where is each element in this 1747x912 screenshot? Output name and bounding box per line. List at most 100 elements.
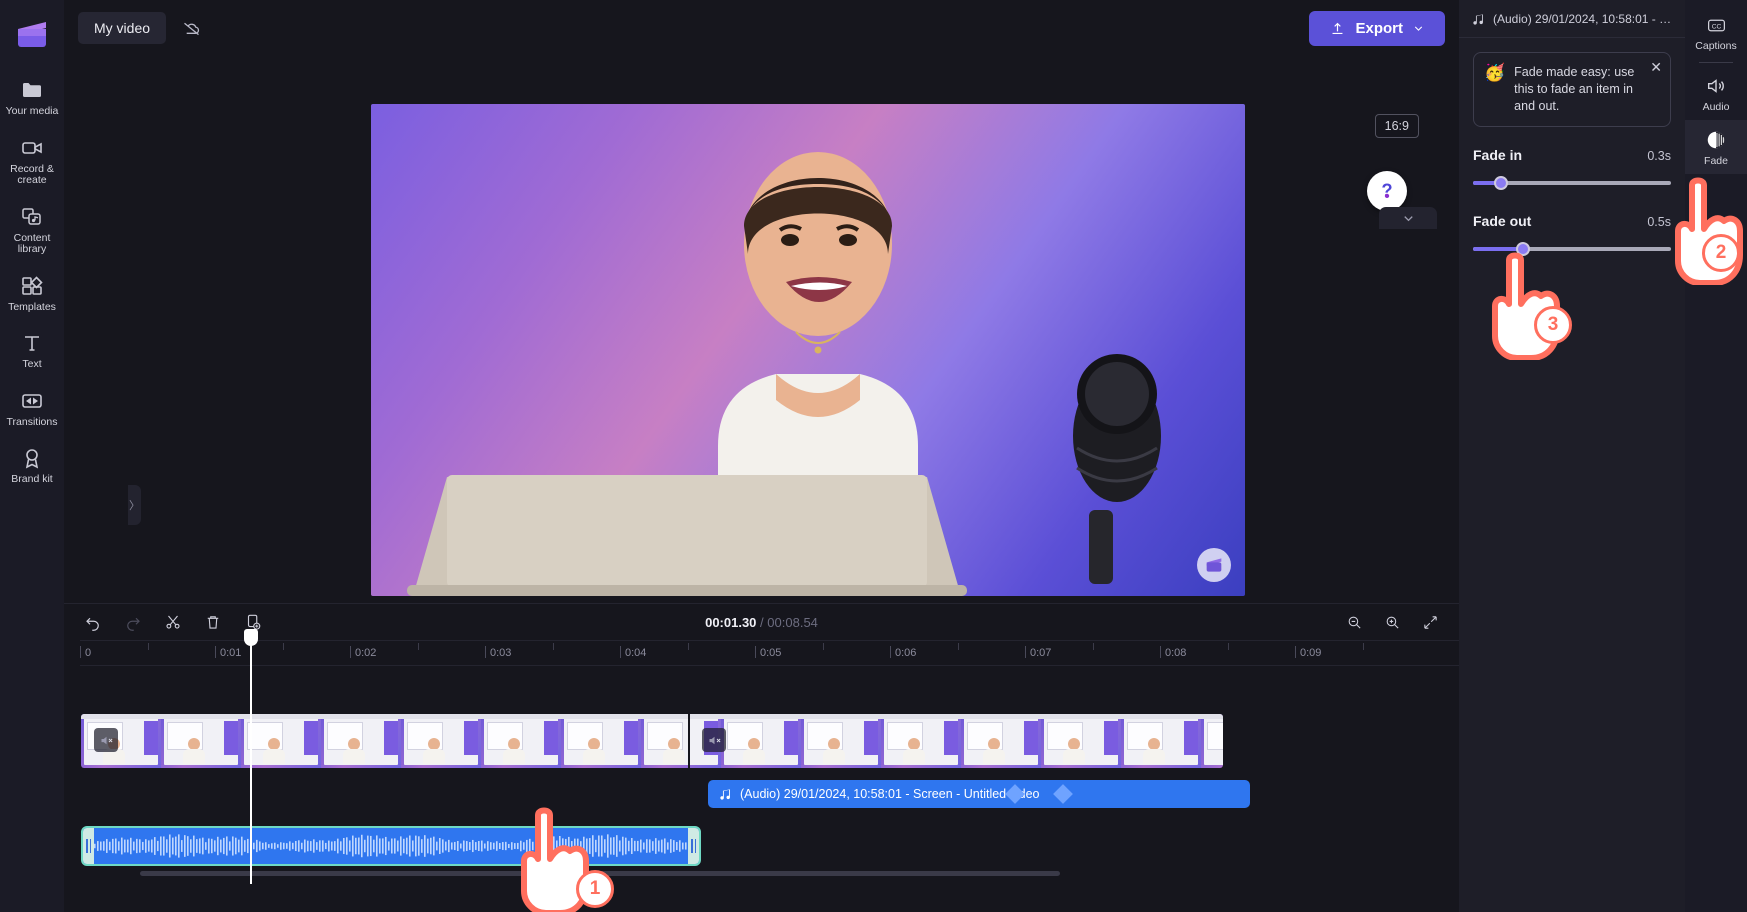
ruler-tick-label: 0:04 (625, 647, 647, 659)
trim-handle-right[interactable] (688, 828, 699, 864)
collapse-timeline-button[interactable] (1379, 207, 1437, 229)
sidebar-item-label: Templates (8, 300, 56, 313)
clipchamp-watermark (1197, 548, 1231, 582)
clip-split-marker (688, 714, 690, 768)
ruler-tick-label: 0:08 (1165, 647, 1187, 659)
aspect-ratio-badge[interactable]: 16:9 (1374, 114, 1419, 138)
properties-panel: (Audio) 29/01/2024, 10:58:01 - S... 🥳 Fa… (1459, 0, 1685, 912)
total-time: 00:08.54 (767, 614, 818, 630)
right-sidebar: CC Captions Audio Fade (1685, 0, 1747, 912)
fade-out-value: 0.5s (1647, 215, 1671, 229)
fade-out-label: Fade out (1473, 213, 1532, 229)
ruler-tick-label: 0:03 (490, 647, 512, 659)
left-sidebar: Your media Record & create Content libra… (0, 0, 64, 912)
sidebar-item-record-create[interactable]: Record & create (0, 128, 64, 193)
playhead-knob[interactable] (244, 629, 258, 646)
sidebar-item-your-media[interactable]: Your media (0, 70, 64, 124)
scissors-icon (166, 615, 180, 629)
delete-button[interactable] (202, 611, 224, 633)
editor-main: My video Export 16:9 〉 ? 00:01.30 / 00:0… (64, 0, 1481, 912)
fade-out-row: Fade out 0.5s (1473, 213, 1671, 229)
sidebar-item-label: Brand kit (11, 473, 53, 485)
fit-to-screen-button[interactable] (1419, 611, 1441, 633)
video-track-clip[interactable] (81, 714, 1223, 768)
clapperboard-logo[interactable] (14, 16, 50, 52)
upload-icon (1333, 22, 1343, 34)
sidebar-item-templates[interactable]: Templates (0, 266, 64, 320)
fade-tooltip: 🥳 Fade made easy: use this to fade an it… (1473, 52, 1671, 127)
sidebar-item-label: Your media (5, 105, 59, 117)
right-rail-fade-tab[interactable]: Fade (1685, 120, 1747, 174)
waveform (83, 828, 699, 864)
undo-button[interactable] (82, 611, 104, 633)
sidebar-item-transitions[interactable]: Transitions (0, 381, 64, 435)
fade-handle[interactable] (1053, 784, 1073, 804)
svg-text:CC: CC (1711, 24, 1721, 31)
slider-knob[interactable] (1515, 242, 1530, 256)
ruler-tick-label: 0:09 (1300, 647, 1322, 659)
panel-header: (Audio) 29/01/2024, 10:58:01 - S... (1459, 0, 1685, 38)
redo-icon (127, 617, 140, 631)
sidebar-item-content-library[interactable]: Content library (0, 197, 64, 262)
party-face-emoji: 🥳 (1484, 63, 1506, 82)
fade-out-slider[interactable] (1473, 241, 1671, 257)
help-button[interactable]: ? (1367, 171, 1407, 211)
audio-clip-label: (Audio) 29/01/2024, 10:58:01 - Screen - … (740, 787, 1040, 801)
speaker-muted-icon[interactable] (702, 728, 726, 752)
video-thumbnail (801, 714, 881, 768)
sidebar-item-brand-kit[interactable]: Brand kit (0, 438, 64, 492)
split-button[interactable] (162, 611, 184, 633)
video-preview[interactable] (371, 104, 1245, 596)
fit-screen-icon (1423, 615, 1437, 629)
zoom-in-icon (1386, 616, 1399, 629)
timeline-toolbar: 00:01.30 / 00:08.54 (64, 604, 1459, 640)
video-thumbnail (161, 714, 241, 768)
sidebar-item-label: Transitions (6, 415, 58, 428)
current-time: 00:01.30 (705, 614, 757, 630)
folder-icon (20, 78, 44, 102)
video-thumbnail (881, 714, 961, 768)
clipchamp-editor: Your media Record & create Content libra… (0, 0, 1747, 912)
time-separator: / (760, 614, 764, 630)
ruler-tick-label: 0:07 (1030, 647, 1052, 659)
timeline-scrollbar[interactable] (140, 871, 1060, 876)
right-rail-audio-tab[interactable]: Audio (1685, 66, 1747, 120)
speaker-muted-icon[interactable] (94, 728, 118, 752)
fade-in-slider[interactable] (1473, 175, 1671, 191)
music-note-icon (720, 789, 730, 800)
video-camera-icon (20, 136, 44, 160)
audio-waveform-clip[interactable] (81, 826, 701, 866)
content-library-icon (20, 205, 44, 229)
playhead[interactable] (244, 629, 258, 884)
video-thumbnail (81, 714, 161, 768)
text-icon (20, 331, 44, 355)
undo-icon (86, 617, 99, 631)
audio-clip[interactable]: (Audio) 29/01/2024, 10:58:01 - Screen - … (708, 780, 1250, 808)
project-title[interactable]: My video (78, 12, 167, 44)
ruler-tick-label: 0:02 (355, 647, 377, 659)
fade-icon (1707, 131, 1725, 149)
timecode-display: 00:01.30 / 00:08.54 (64, 615, 1459, 630)
close-icon[interactable]: ✕ (1650, 60, 1662, 74)
trim-handle-left[interactable] (83, 828, 94, 864)
timeline-tracks: (Audio) 29/01/2024, 10:58:01 - Screen - … (80, 629, 1459, 884)
music-note-icon (1473, 13, 1483, 25)
cloud-off-icon[interactable] (174, 13, 208, 43)
templates-icon (20, 274, 44, 298)
tooltip-text: Fade made easy: use this to fade an item… (1514, 65, 1635, 113)
captions-icon: CC (1707, 19, 1725, 32)
sidebar-item-text[interactable]: Text (0, 323, 64, 377)
export-button[interactable]: Export (1309, 10, 1445, 46)
video-thumbnail (1041, 714, 1121, 768)
redo-button[interactable] (122, 611, 144, 633)
video-thumbnail (401, 714, 481, 768)
fade-in-value: 0.3s (1647, 149, 1671, 163)
ruler-tick-label: 0:05 (760, 647, 782, 659)
zoom-out-button[interactable] (1343, 611, 1365, 633)
video-thumbnail (321, 714, 401, 768)
timeline-ruler[interactable]: 0 0:01 0:02 0:03 0:04 0:05 0:06 0:07 0:08 0:09 (80, 640, 1459, 666)
slider-knob[interactable] (1493, 176, 1508, 190)
right-rail-captions-tab[interactable]: CC Captions (1685, 6, 1747, 59)
zoom-in-button[interactable] (1381, 611, 1403, 633)
collapse-left-panel-button[interactable]: 〉 (128, 485, 141, 525)
